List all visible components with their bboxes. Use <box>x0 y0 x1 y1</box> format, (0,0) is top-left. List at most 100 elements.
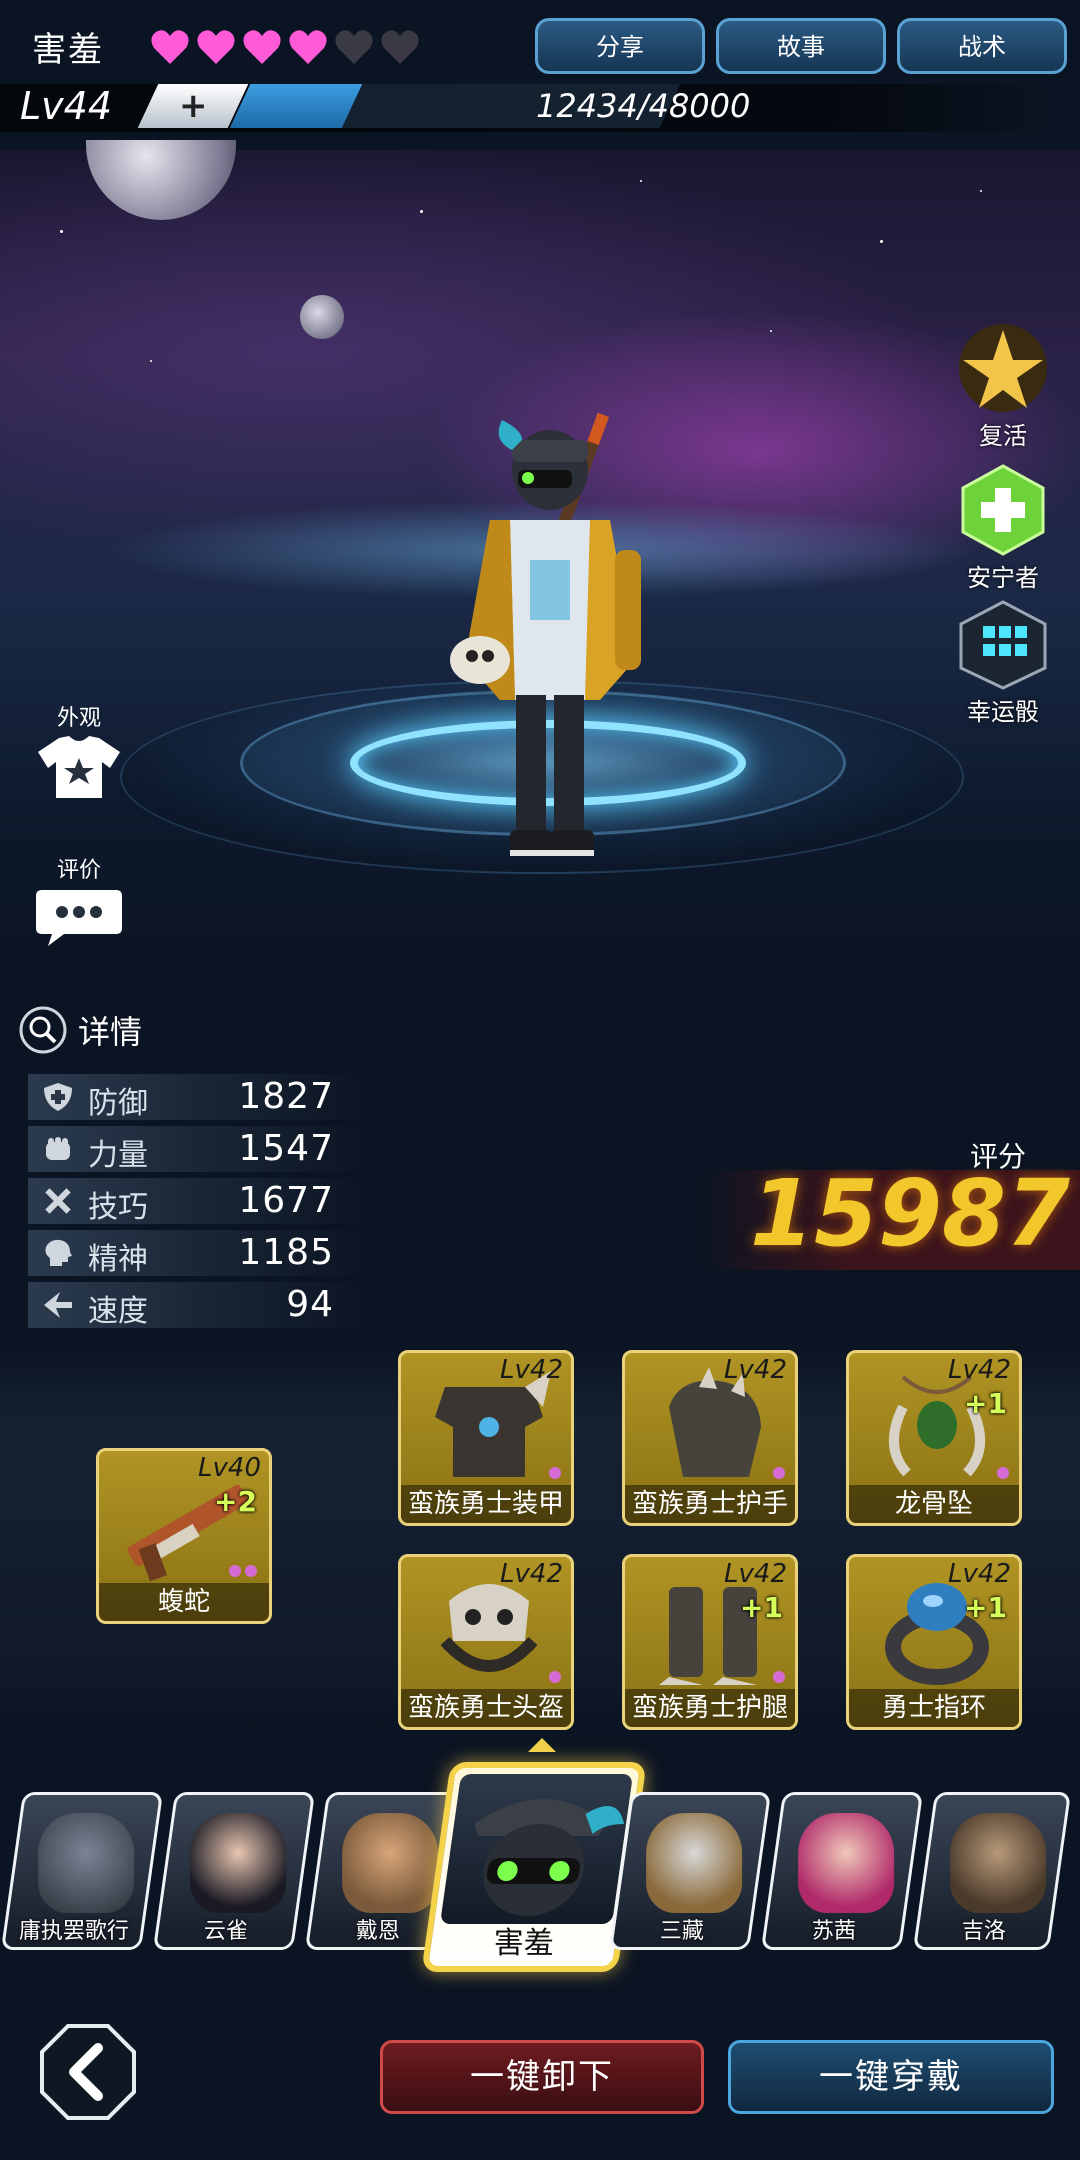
shirt-icon <box>38 736 120 798</box>
equip-slot-ring[interactable]: Lv42 +1 勇士指环 <box>846 1554 1022 1730</box>
shield-icon <box>44 1083 72 1111</box>
stat-label: 精神 <box>88 1242 148 1277</box>
roster-name: 吉洛 <box>961 1919 1006 1944</box>
stat-label: 防御 <box>88 1086 148 1121</box>
equip-level: Lv42 <box>948 1355 1011 1385</box>
details-button[interactable]: 详情 <box>18 1005 142 1055</box>
fist-icon <box>46 1137 70 1160</box>
equip-slot-helmet[interactable]: Lv42 蛮族勇士头盔 <box>398 1554 574 1730</box>
stat-row-strength: 力量 1547 <box>28 1126 368 1173</box>
unequip-all-button[interactable]: 一键卸下 <box>380 2040 704 2114</box>
stat-label: 速度 <box>88 1294 148 1329</box>
stat-value: 1185 <box>238 1232 334 1273</box>
gem-socket <box>245 1565 257 1577</box>
share-button[interactable]: 分享 <box>535 18 705 74</box>
lucky-dice-icon <box>959 600 1047 690</box>
tools-icon <box>45 1188 71 1214</box>
details-label: 详情 <box>78 1013 143 1051</box>
equip-slot-gauntlet[interactable]: Lv42 蛮族勇士护手 <box>622 1350 798 1526</box>
equip-name: 蛮族勇士护手 <box>625 1485 795 1523</box>
equip-level: Lv42 <box>724 1559 787 1589</box>
equip-name: 蛮族勇士装甲 <box>401 1485 571 1523</box>
stat-value: 94 <box>286 1284 334 1325</box>
equip-all-button[interactable]: 一键穿戴 <box>728 2040 1054 2114</box>
peacekeeper-label: 安宁者 <box>967 564 1039 592</box>
stat-row-speed: 速度 94 <box>28 1282 368 1329</box>
hero-model[interactable] <box>420 410 680 890</box>
lucky-dice-label: 幸运骰 <box>967 698 1039 726</box>
hero-name: 害羞 <box>32 30 104 70</box>
hero-portrait <box>342 1813 439 1913</box>
equip-name: 蛮族勇士护腿 <box>625 1689 795 1727</box>
equip-name: 蛮族勇士头盔 <box>401 1689 571 1727</box>
equip-level: Lv42 <box>724 1355 787 1385</box>
roster-card[interactable]: 三藏 <box>608 1792 772 1950</box>
stat-value: 1547 <box>238 1128 334 1169</box>
appearance-label: 外观 <box>56 706 101 731</box>
gem-socket <box>773 1671 785 1683</box>
review-label: 评价 <box>56 858 101 883</box>
equip-slot-greaves[interactable]: Lv42 +1 蛮族勇士护腿 <box>622 1554 798 1730</box>
review-button[interactable]: 评价 <box>24 852 134 954</box>
heart-empty-icon <box>381 30 419 64</box>
revive-icon <box>959 324 1047 412</box>
stat-value: 1677 <box>238 1180 334 1221</box>
weapon-slot[interactable]: Lv40 +2 蝮蛇 <box>96 1448 272 1624</box>
equip-level: Lv42 <box>500 1559 563 1589</box>
top-bar: 害羞 分享 故事 战术 Lv44 + 12434/48000 <box>0 0 1080 150</box>
equip-name: 龙骨坠 <box>849 1485 1019 1523</box>
roster-name: 云雀 <box>203 1919 248 1944</box>
hero-level: Lv44 <box>20 84 113 128</box>
equip-enhance: +1 <box>740 1591 783 1624</box>
hero-portrait <box>190 1813 287 1913</box>
gem-socket <box>773 1467 785 1479</box>
stat-row-defense: 防御 1827 <box>28 1074 368 1121</box>
equip-level: Lv42 <box>500 1355 563 1385</box>
equip-enhance: +1 <box>964 1591 1007 1624</box>
roster-name: 三藏 <box>659 1919 704 1944</box>
appearance-button[interactable]: 外观 <box>24 700 134 806</box>
stat-row-skill: 技巧 1677 <box>28 1178 368 1225</box>
gem-socket <box>997 1467 1009 1479</box>
roster-name: 苏茜 <box>811 1919 856 1944</box>
story-button[interactable]: 故事 <box>716 18 886 74</box>
hero-portrait <box>439 1774 634 1924</box>
heart-filled-icon <box>151 30 189 64</box>
roster-name: 害羞 <box>493 1926 554 1961</box>
revive-label: 复活 <box>979 422 1027 450</box>
roster-card[interactable]: 云雀 <box>152 1792 316 1950</box>
lucky-dice-button[interactable]: 幸运骰 <box>948 596 1058 727</box>
small-moon-decoration <box>300 295 344 339</box>
revive-button[interactable]: 复活 <box>948 320 1058 451</box>
gem-socket <box>229 1565 241 1577</box>
roster-card[interactable]: 吉洛 <box>912 1792 1072 1950</box>
heart-filled-icon <box>197 30 235 64</box>
score-value: 15987 <box>750 1160 1071 1267</box>
stat-row-spirit: 精神 1185 <box>28 1230 368 1277</box>
selected-hero-arrow-icon <box>528 1738 556 1752</box>
weapon-level: Lv40 <box>198 1453 261 1483</box>
back-button[interactable] <box>38 2022 138 2122</box>
tactics-button[interactable]: 战术 <box>897 18 1067 74</box>
equip-enhance: +1 <box>964 1387 1007 1420</box>
hero-portrait <box>38 1813 135 1913</box>
stat-label: 力量 <box>88 1138 148 1173</box>
roster-card[interactable]: 苏茜 <box>760 1792 924 1950</box>
plus-icon: + <box>178 86 208 126</box>
search-icon <box>19 1006 67 1054</box>
weapon-name: 蝮蛇 <box>99 1583 269 1621</box>
stat-label: 技巧 <box>88 1190 148 1225</box>
hero-portrait-art <box>474 1799 625 1916</box>
xp-progress-fill <box>229 84 363 128</box>
level-bar: Lv44 + 12434/48000 <box>0 84 1080 134</box>
equip-slot-armor[interactable]: Lv42 蛮族勇士装甲 <box>398 1350 574 1526</box>
hero-portrait <box>646 1813 743 1913</box>
xp-text: 12434/48000 <box>536 87 751 125</box>
equip-slot-pendant[interactable]: Lv42 +1 龙骨坠 <box>846 1350 1022 1526</box>
heart-filled-icon <box>289 30 327 64</box>
head-icon <box>45 1239 72 1266</box>
roster-card[interactable]: 庸执罢歌行 <box>0 1792 164 1950</box>
peacekeeper-button[interactable]: 安宁者 <box>948 462 1058 593</box>
gem-socket <box>549 1467 561 1479</box>
moon-decoration <box>86 140 236 220</box>
